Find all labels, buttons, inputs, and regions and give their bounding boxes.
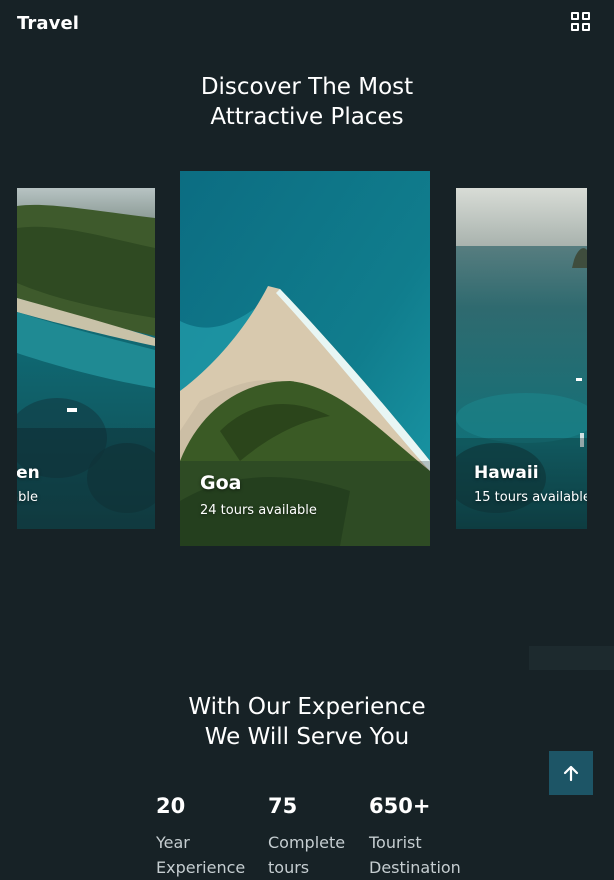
scroll-to-top-button[interactable] [549,751,593,795]
stat-destinations: 650+ Tourist Destination [369,792,461,880]
destinations-title: Discover The Most Attractive Places [0,72,614,132]
stat-label-line2: tours [268,858,310,877]
destination-tours-hawaii: 15 tours available [474,490,587,505]
stat-label: Tourist Destination [369,830,461,880]
destinations-title-line1: Discover The Most [200,74,414,100]
stat-value: 650+ [369,794,431,818]
stat-years: 20 Year Experience [156,792,245,880]
destinations-title-line2: Attractive Places [210,104,404,130]
arrow-up-icon [563,765,579,782]
experience-title-line1: With Our Experience [188,694,426,720]
stat-label-line1: Year [156,833,190,852]
destination-card-hawaii[interactable]: Hawaii 15 tours available [456,188,587,529]
destination-tours-left: ailable [17,490,39,505]
destination-name-left: ven [17,463,40,483]
stat-label-line1: Tourist [369,833,422,852]
stat-value: 20 [156,794,186,818]
stat-label-line2: Destination [369,858,461,877]
experience-title-line2: We Will Serve You [204,724,410,750]
logo[interactable]: Travel [17,13,79,34]
stat-label-line2: Experience [156,858,246,877]
destination-card-left[interactable]: ven ailable [17,188,155,529]
stat-tours: 75 Complete tours [268,792,345,880]
stat-value: 75 [268,794,298,818]
stat-label-line1: Complete [268,833,346,852]
stat-label: Complete tours [268,830,345,880]
grid-icon[interactable] [571,12,591,32]
destination-name-goa: Goa [200,472,242,494]
stat-label: Year Experience [156,830,245,880]
experience-title: With Our Experience We Will Serve You [0,692,614,752]
destination-name-hawaii: Hawaii [474,463,539,483]
header: Travel [0,0,614,48]
destination-tours-goa: 24 tours available [200,503,317,518]
destination-card-goa[interactable]: Goa 24 tours available [180,171,430,546]
faded-overlay-tab [529,646,614,670]
